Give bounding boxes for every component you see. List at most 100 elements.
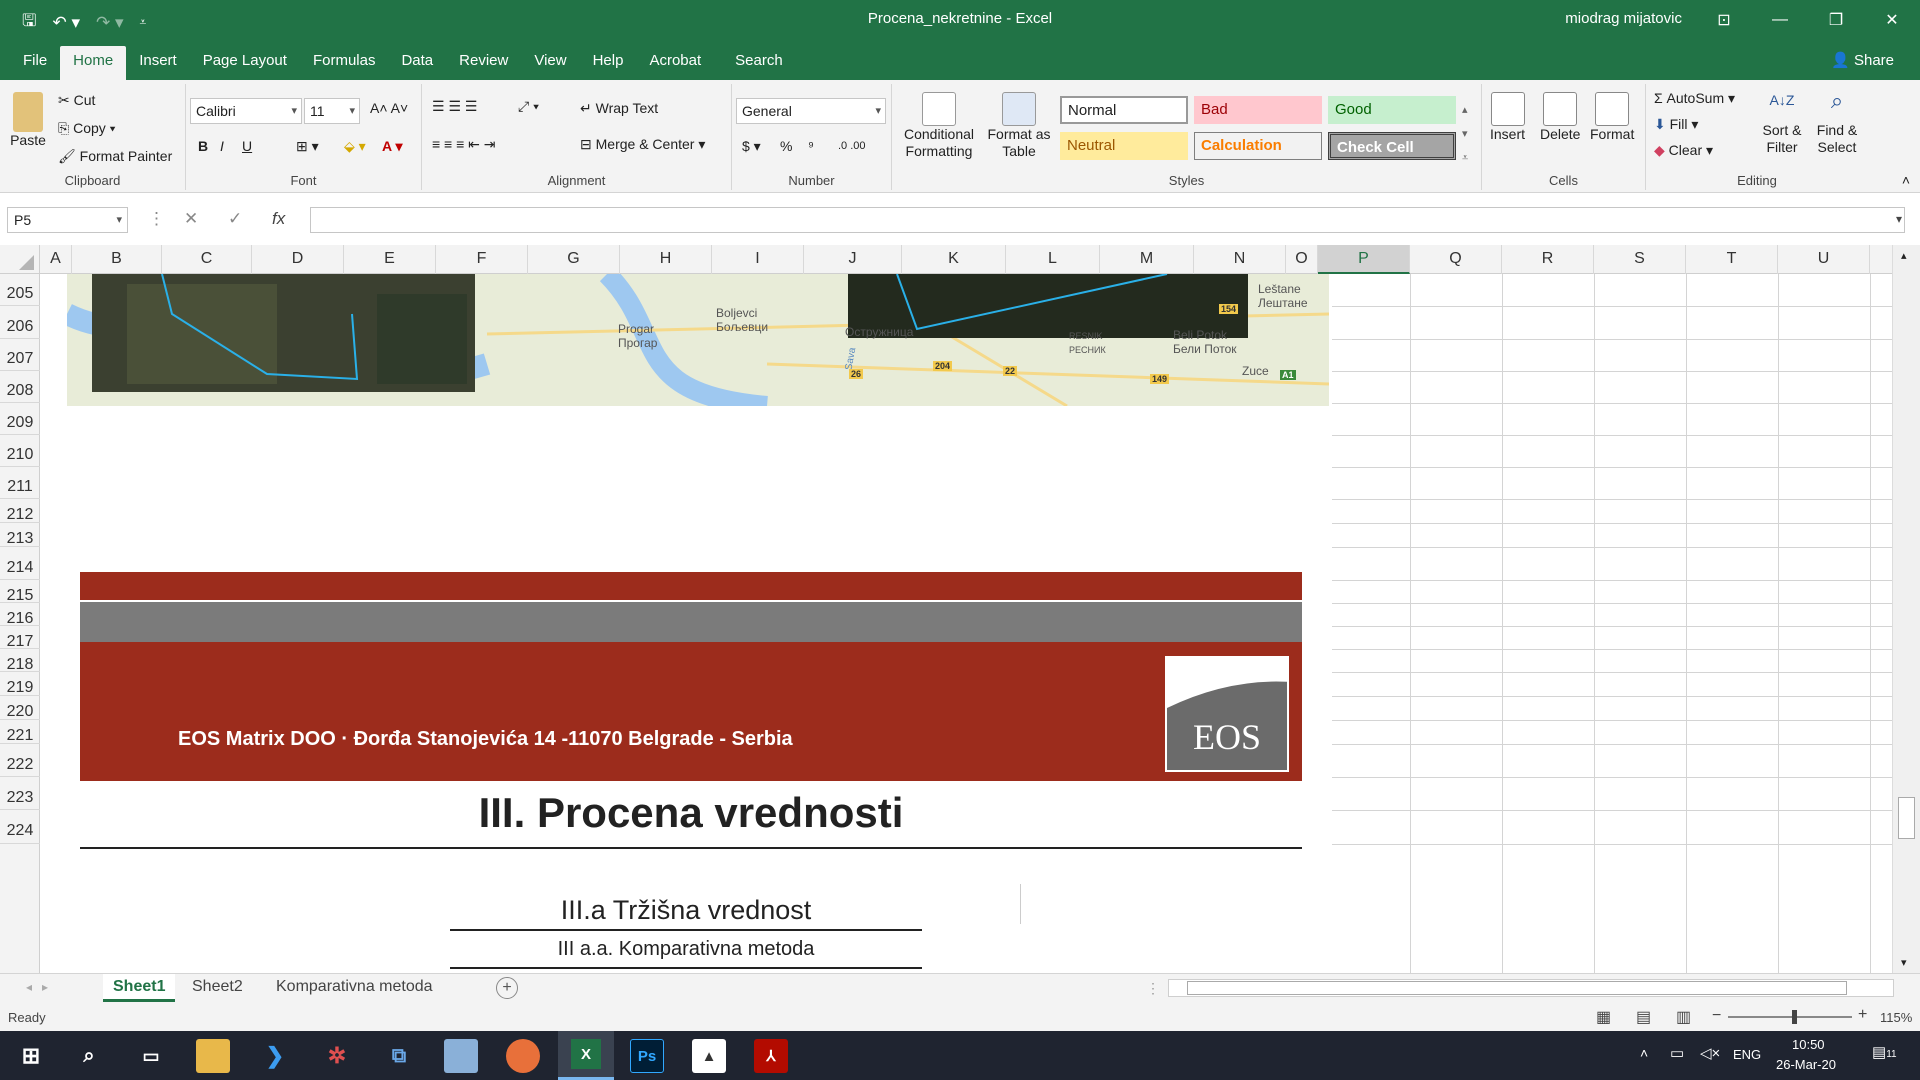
tab-view[interactable]: View — [521, 46, 579, 80]
horizontal-scrollbar[interactable] — [1168, 979, 1894, 997]
row-header-215[interactable]: 215 — [0, 580, 40, 604]
tab-insert[interactable]: Insert — [126, 46, 190, 80]
column-header-k[interactable]: K — [902, 245, 1006, 274]
row-header-205[interactable]: 205 — [0, 274, 40, 306]
row-header-207[interactable]: 207 — [0, 339, 40, 371]
sheet-tab-sheet2[interactable]: Sheet2 — [182, 974, 253, 1002]
zoom-out-icon[interactable]: − — [1712, 1007, 1721, 1025]
row-header-211[interactable]: 211 — [0, 467, 40, 499]
select-all-corner[interactable] — [0, 245, 40, 274]
row-header-217[interactable]: 217 — [0, 626, 40, 650]
hscroll-split-icon[interactable]: ⋮ — [1146, 980, 1160, 997]
hscroll-thumb[interactable] — [1187, 981, 1847, 995]
format-cells-button[interactable]: Format — [1590, 92, 1634, 142]
sheet-tab-sheet1[interactable]: Sheet1 — [103, 974, 176, 1002]
sort-filter-button[interactable]: A↓Z Sort & Filter — [1758, 92, 1806, 156]
tab-formulas[interactable]: Formulas — [300, 46, 389, 80]
align-left-icon[interactable]: ≡ ≡ ≡ ⇤ ⇥ — [432, 136, 496, 153]
volume-icon[interactable]: ◁× — [1700, 1044, 1720, 1062]
column-header-t[interactable]: T — [1686, 245, 1778, 274]
number-format-select[interactable]: General — [736, 98, 886, 124]
tab-search[interactable]: Search — [722, 46, 796, 80]
wrap-text-button[interactable]: ↵ Wrap Text — [580, 100, 658, 117]
add-sheet-icon[interactable]: + — [496, 977, 518, 999]
formula-input[interactable] — [310, 207, 1905, 233]
minimize-button[interactable]: — — [1752, 0, 1808, 40]
font-name-select[interactable]: Calibri — [190, 98, 302, 124]
zoom-slider-thumb[interactable] — [1792, 1010, 1797, 1024]
zoom-level[interactable]: 115% — [1880, 1010, 1912, 1025]
row-header-209[interactable]: 209 — [0, 403, 40, 435]
row-header-220[interactable]: 220 — [0, 696, 40, 720]
worksheet-grid[interactable]: ABCDEFGHIJKLMNOPQRSTU 205 206 207 208 209 210… — [0, 245, 1920, 973]
styles-scroll-icon[interactable]: ▴ ▾ ⩡ — [1462, 98, 1468, 170]
italic-button[interactable]: I — [220, 138, 224, 154]
borders-icon[interactable]: ⊞ ▾ — [296, 138, 319, 155]
row-header-213[interactable]: 213 — [0, 523, 40, 547]
cut-button[interactable]: ✂ Cut — [58, 92, 95, 109]
tab-help[interactable]: Help — [580, 46, 637, 80]
format-painter-button[interactable]: 🖌 Format Painter — [58, 148, 172, 165]
photoshop-icon[interactable]: Ps — [630, 1039, 664, 1073]
excel-taskbar-button[interactable]: X — [558, 1031, 614, 1080]
scroll-thumb[interactable] — [1898, 797, 1915, 839]
tab-review[interactable]: Review — [446, 46, 521, 80]
row-header-210[interactable]: 210 — [0, 435, 40, 467]
column-header-l[interactable]: L — [1006, 245, 1100, 274]
zoom-slider[interactable] — [1728, 1010, 1852, 1024]
copy-button[interactable]: ⎘ Copy ▾ — [58, 120, 116, 137]
close-button[interactable]: ✕ — [1864, 0, 1920, 40]
column-header-h[interactable]: H — [620, 245, 712, 274]
bold-button[interactable]: B — [198, 138, 208, 154]
column-header-c[interactable]: C — [162, 245, 252, 274]
font-color-icon[interactable]: A ▾ — [382, 138, 403, 155]
delete-cells-button[interactable]: Delete — [1540, 92, 1580, 142]
insert-function-icon[interactable]: fx — [272, 209, 285, 229]
tab-file[interactable]: File — [10, 46, 60, 80]
orientation-icon[interactable]: ⤢ ▾ — [518, 98, 539, 115]
language-indicator[interactable]: ENG — [1733, 1047, 1761, 1062]
row-header-214[interactable]: 214 — [0, 547, 40, 580]
column-header-o[interactable]: O — [1286, 245, 1318, 274]
page-layout-icon[interactable]: ▤ — [1636, 1007, 1651, 1027]
row-header-212[interactable]: 212 — [0, 499, 40, 523]
decimal-buttons[interactable]: .0 .00 — [838, 140, 866, 152]
style-calculation[interactable]: Calculation — [1194, 132, 1322, 160]
tab-data[interactable]: Data — [388, 46, 446, 80]
task-view-icon[interactable]: ▭ — [134, 1039, 168, 1073]
grow-font-icon[interactable]: A˄ A˅ — [370, 100, 408, 116]
column-header-r[interactable]: R — [1502, 245, 1594, 274]
column-header-u[interactable]: U — [1778, 245, 1870, 274]
clock-time[interactable]: 10:50 — [1792, 1037, 1825, 1052]
align-top-icon[interactable]: ☰ ☰ ☰ — [432, 98, 477, 115]
merge-center-button[interactable]: ⊟ Merge & Center ▾ — [580, 136, 705, 153]
style-check-cell[interactable]: Check Cell — [1328, 132, 1456, 160]
user-name[interactable]: miodrag mijatovic — [1565, 10, 1682, 27]
cancel-icon[interactable]: ✕ — [184, 209, 198, 229]
column-header-a[interactable]: A — [40, 245, 72, 274]
tab-home[interactable]: Home — [60, 46, 127, 80]
insert-cells-button[interactable]: Insert — [1490, 92, 1525, 142]
column-header-f[interactable]: F — [436, 245, 528, 274]
style-good[interactable]: Good — [1328, 96, 1456, 124]
clock-date[interactable]: 26-Mar-20 — [1776, 1057, 1836, 1072]
tab-page-layout[interactable]: Page Layout — [190, 46, 300, 80]
tray-chevron-icon[interactable]: ˄ — [1640, 1045, 1648, 1061]
column-header-j[interactable]: J — [804, 245, 902, 274]
ribbon-display-icon[interactable]: ⊡ — [1696, 0, 1752, 40]
firefox-icon[interactable] — [506, 1039, 540, 1073]
row-header-221[interactable]: 221 — [0, 720, 40, 744]
column-header-b[interactable]: B — [72, 245, 162, 274]
clear-button[interactable]: ◆ Clear ▾ — [1654, 142, 1713, 159]
column-header-m[interactable]: M — [1100, 245, 1194, 274]
notifications-icon[interactable]: ▤11 — [1872, 1043, 1897, 1061]
sheet-tab-komparativna-metoda[interactable]: Komparativna metoda — [266, 974, 443, 1002]
image-viewer-icon[interactable] — [444, 1039, 478, 1073]
expand-formula-icon[interactable]: ▾ — [1896, 212, 1902, 226]
enter-icon[interactable]: ✓ — [228, 209, 242, 229]
name-box[interactable]: P5 — [7, 207, 128, 233]
style-bad[interactable]: Bad — [1194, 96, 1322, 124]
row-header-208[interactable]: 208 — [0, 371, 40, 403]
row-header-219[interactable]: 219 — [0, 672, 40, 696]
column-header-e[interactable]: E — [344, 245, 436, 274]
